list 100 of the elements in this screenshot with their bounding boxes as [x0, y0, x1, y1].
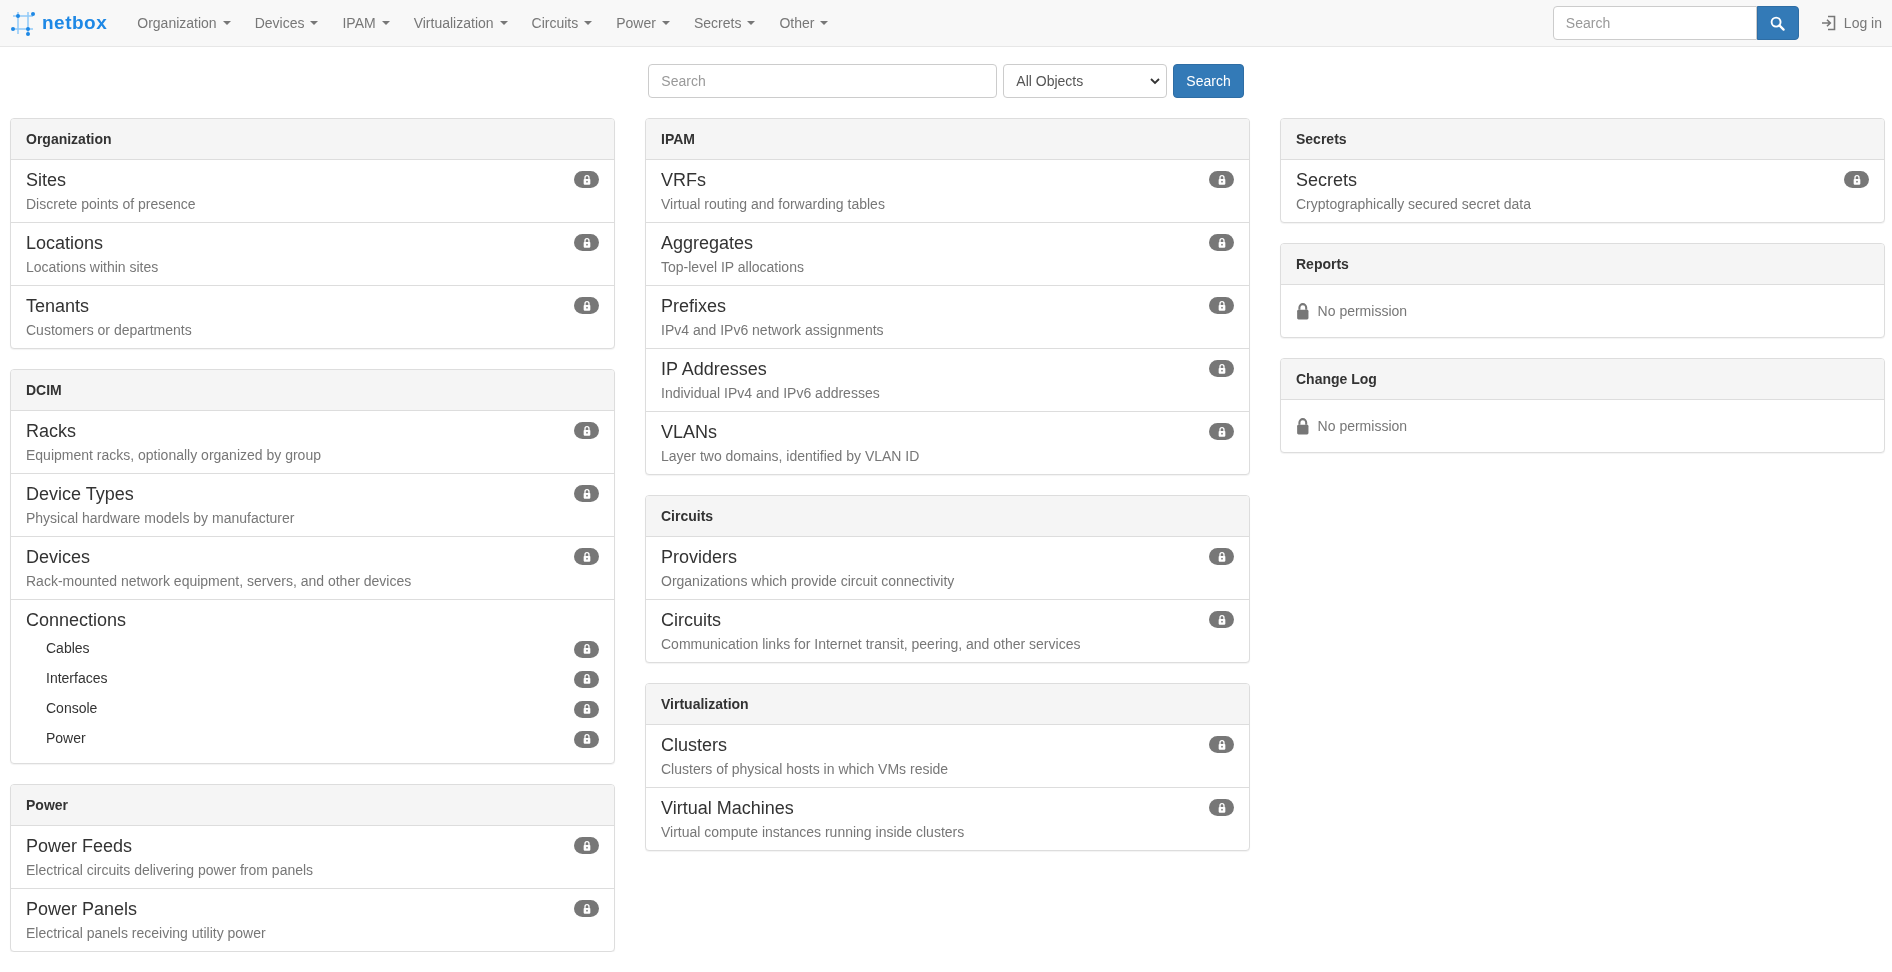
- nav-menu[interactable]: Virtualization: [401, 0, 520, 47]
- panel-heading: Power: [11, 785, 614, 826]
- lock-badge: [574, 171, 599, 188]
- item-link[interactable]: Circuits: [661, 609, 721, 631]
- search-icon: [1770, 15, 1786, 31]
- lock-badge: [574, 422, 599, 439]
- lock-badge: [1209, 234, 1234, 251]
- item-description: Physical hardware models by manufacturer: [26, 510, 296, 526]
- group-title: Connections: [26, 609, 127, 631]
- lock-badge: [574, 297, 599, 314]
- item-link[interactable]: Virtual Machines: [661, 797, 794, 819]
- caret-icon: [661, 21, 670, 25]
- lock-badge: [574, 900, 599, 917]
- search-button[interactable]: [1756, 6, 1799, 40]
- panel-heading: Secrets: [1281, 119, 1884, 160]
- login-icon: [1820, 15, 1837, 31]
- scope-select[interactable]: All Objects: [1003, 64, 1168, 98]
- search-field[interactable]: Search: [648, 64, 998, 98]
- lock-badge: [574, 485, 599, 502]
- caret-icon: [222, 21, 231, 25]
- item-link[interactable]: Prefixes: [661, 295, 727, 317]
- item-description: Equipment racks, optionally organized by group: [26, 447, 322, 463]
- panel-heading: Virtualization: [646, 684, 1249, 725]
- lock-badge: [574, 548, 599, 565]
- lock-badge: [574, 670, 599, 688]
- nav-menu[interactable]: Organization: [125, 0, 243, 47]
- item-link[interactable]: VLANs: [661, 421, 718, 443]
- nav-menu[interactable]: Secrets: [681, 0, 768, 47]
- item-description: IPv4 and IPv6 network assignments: [661, 322, 885, 338]
- lock-icon: [1296, 302, 1310, 320]
- item-description: Customers or departments: [26, 322, 193, 338]
- caret-icon: [310, 21, 319, 25]
- item-description: Individual IPv4 and IPv6 addresses: [661, 385, 881, 401]
- lock-badge: [1844, 171, 1869, 188]
- item-description: Top-level IP allocations: [661, 259, 805, 275]
- search-button[interactable]: Search: [1173, 64, 1244, 98]
- item-link[interactable]: Power Panels: [26, 898, 138, 920]
- panel-heading: Change Log: [1281, 359, 1884, 400]
- item-description: Virtual compute instances running inside clusters: [661, 824, 966, 840]
- item-description: Organizations which provide circuit connectivity: [661, 573, 956, 589]
- item-link[interactable]: VRFs: [661, 169, 706, 191]
- lock-badge: [1209, 548, 1234, 565]
- nav-menu[interactable]: Circuits: [519, 0, 605, 47]
- search-field[interactable]: Search: [1552, 6, 1757, 40]
- lock-badge: [574, 730, 599, 748]
- item-description: Electrical circuits delivering power from panels: [26, 862, 315, 878]
- item-description: Layer two domains, identified by VLAN ID: [661, 448, 921, 464]
- lock-badge: [1209, 736, 1234, 753]
- item-description: Electrical panels receiving utility power: [26, 925, 267, 941]
- lock-badge: [1209, 611, 1234, 628]
- item-description: Cryptographically secured secret data: [1296, 196, 1532, 212]
- panel-heading: Circuits: [646, 496, 1249, 537]
- item-description: Clusters of physical hosts in which VMs reside: [661, 761, 950, 777]
- nav-menu[interactable]: Devices: [242, 0, 331, 47]
- panel-heading: Organization: [11, 119, 614, 160]
- item-link[interactable]: Device Types: [26, 483, 134, 505]
- lock-badge: [1209, 423, 1234, 440]
- lock-badge: [574, 234, 599, 251]
- sub-item-link[interactable]: Interfaces: [46, 670, 108, 686]
- item-link[interactable]: Clusters: [661, 734, 727, 756]
- nav-menu[interactable]: Other: [767, 0, 841, 47]
- lock-badge: [1209, 360, 1234, 377]
- item-description: Locations within sites: [26, 259, 160, 275]
- lock-badge: [1209, 297, 1234, 314]
- nav-menu[interactable]: IPAM: [330, 0, 402, 47]
- lock-badge: [1209, 799, 1234, 816]
- sub-item-link[interactable]: Console: [46, 700, 98, 716]
- item-description: Communication links for Internet transit, peering, and other services: [661, 636, 1082, 652]
- sub-item-link[interactable]: Cables: [46, 640, 90, 656]
- lock-badge: [574, 837, 599, 854]
- caret-icon: [499, 21, 508, 25]
- item-link[interactable]: Locations: [26, 232, 104, 254]
- item-link[interactable]: Sites: [26, 169, 67, 191]
- item-description: Virtual routing and forwarding tables: [661, 196, 886, 212]
- notice-text: No permission: [1317, 303, 1408, 319]
- sub-item-link[interactable]: Power: [46, 730, 86, 746]
- panel-heading: IPAM: [646, 119, 1249, 160]
- notice-text: No permission: [1317, 418, 1408, 434]
- caret-icon: [820, 21, 829, 25]
- caret-icon: [747, 21, 756, 25]
- nav-menu[interactable]: Power: [604, 0, 682, 47]
- item-link[interactable]: Power Feeds: [26, 835, 133, 857]
- item-link[interactable]: Aggregates: [661, 232, 754, 254]
- panel-heading: DCIM: [11, 370, 614, 411]
- item-link[interactable]: IP Addresses: [661, 358, 767, 380]
- login-link[interactable]: Log in: [1820, 15, 1882, 31]
- chevron-icon: [1150, 77, 1161, 85]
- lock-badge: [574, 700, 599, 718]
- item-link[interactable]: Providers: [661, 546, 738, 568]
- item-link[interactable]: Racks: [26, 420, 76, 442]
- caret-icon: [584, 21, 593, 25]
- item-description: Discrete points of presence: [26, 196, 197, 212]
- caret-icon: [381, 21, 390, 25]
- item-link[interactable]: Tenants: [26, 295, 90, 317]
- lock-icon: [1296, 417, 1310, 435]
- item-link[interactable]: Secrets: [1296, 169, 1358, 191]
- lock-badge: [1209, 171, 1234, 188]
- item-link[interactable]: Devices: [26, 546, 91, 568]
- panel-heading: Reports: [1281, 244, 1884, 285]
- lock-badge: [574, 640, 599, 658]
